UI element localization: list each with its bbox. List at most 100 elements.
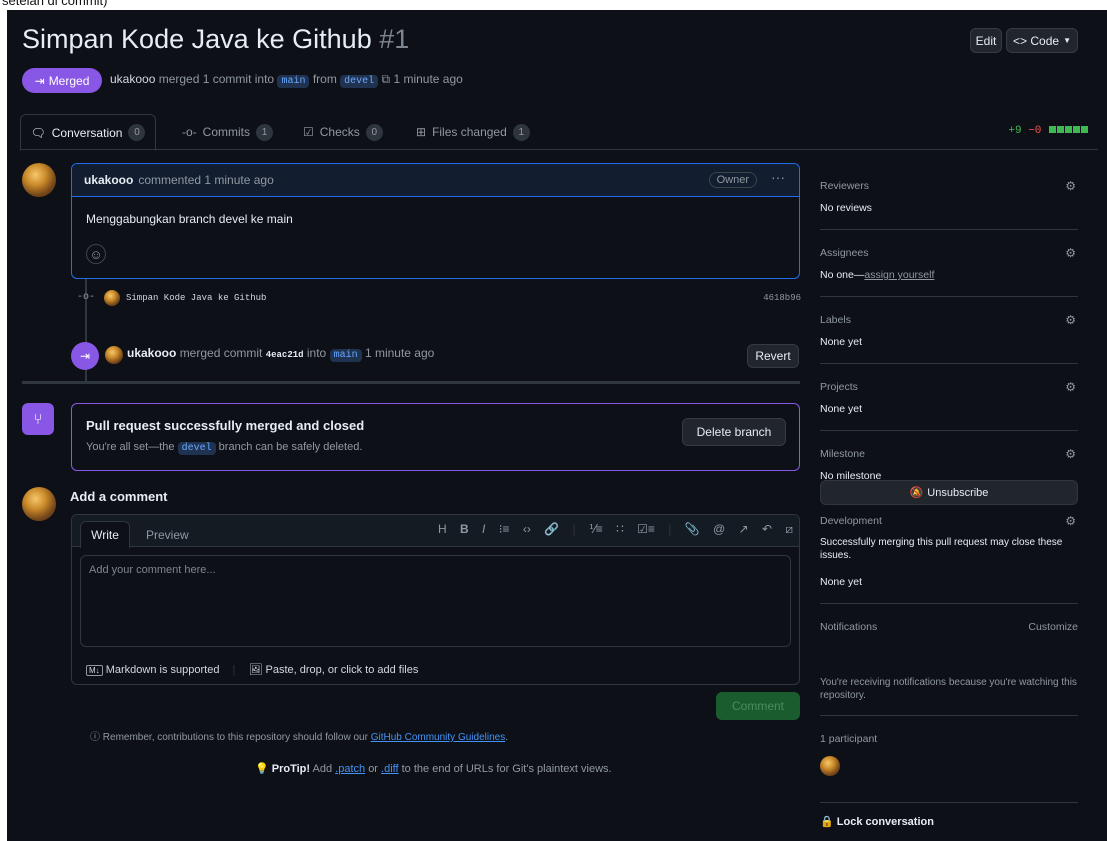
pr-subtitle: ukakooo merged 1 commit into main from d…: [110, 72, 463, 88]
merged-event-icon: ⇥: [71, 342, 99, 370]
comment-card: ukakooo commented 1 minute ago Owner ···…: [71, 163, 800, 279]
reference-icon[interactable]: ↗: [739, 522, 749, 536]
comment-author[interactable]: ukakooo: [84, 173, 133, 187]
avatar[interactable]: [105, 346, 123, 364]
sidebar-assignees: Assignees ⚙ No one—assign yourself: [820, 230, 1078, 297]
checks-icon: ☑: [303, 125, 314, 139]
page-title: Simpan Kode Java ke Github #1: [22, 24, 409, 55]
lock-conversation[interactable]: 🔒 Lock conversation: [820, 815, 934, 828]
commit-icon: -o-: [182, 125, 197, 139]
author-link[interactable]: ukakooo: [110, 72, 155, 86]
tab-write[interactable]: Write: [80, 521, 130, 548]
tab-commits[interactable]: -o- Commits 1: [182, 114, 274, 150]
gear-icon[interactable]: ⚙: [1065, 447, 1076, 461]
sidebar-heading[interactable]: Milestone: [820, 448, 865, 460]
commit-sha[interactable]: 4618b96: [763, 293, 801, 303]
ordered-list-icon[interactable]: ⅟≡: [589, 522, 603, 536]
customize-link[interactable]: Customize: [1028, 621, 1078, 633]
merge-sha[interactable]: 4eac21d: [266, 350, 304, 360]
merge-branch[interactable]: main: [329, 349, 362, 362]
sidebar-heading[interactable]: Assignees: [820, 247, 868, 259]
merge-status-box: Pull request successfully merged and clo…: [71, 403, 800, 471]
avatar[interactable]: [104, 290, 120, 306]
head-branch[interactable]: devel: [340, 75, 379, 88]
avatar[interactable]: [820, 756, 840, 776]
quote-icon[interactable]: ⁝≡: [499, 522, 510, 536]
editor-toolbar: Write Preview H B I ⁝≡ ‹› 🔗 | ⅟≡ ∷ ☑≡ | …: [72, 515, 799, 548]
image-icon: 🖼: [248, 664, 263, 676]
copy-icon[interactable]: ⧉: [382, 72, 391, 86]
revert-button[interactable]: Revert: [747, 344, 799, 368]
timeline-separator: [22, 381, 800, 384]
diff-link[interactable]: .diff: [381, 763, 399, 775]
sidebar-development: Development ⚙ Successfully merging this …: [820, 498, 1078, 604]
avatar[interactable]: [22, 163, 56, 197]
code-button[interactable]: <> Code ▼: [1006, 28, 1078, 53]
heading-icon[interactable]: H: [438, 522, 447, 536]
bold-icon[interactable]: B: [460, 522, 469, 536]
sidebar-heading[interactable]: Labels: [820, 314, 851, 326]
comment-meta: commented 1 minute ago: [138, 173, 274, 187]
fullscreen-icon[interactable]: ⧄: [785, 522, 793, 537]
bell-slash-icon: 🔕: [909, 487, 924, 499]
status-badge: ⇥ Merged: [22, 68, 102, 93]
task-list-icon[interactable]: ☑≡: [637, 522, 655, 536]
markdown-note[interactable]: Markdown is supported: [106, 664, 220, 676]
tab-conversation[interactable]: 🗨 Conversation 0: [20, 114, 156, 151]
attach-files-note[interactable]: Paste, drop, or click to add files: [265, 664, 418, 676]
commit-icon: -o-: [77, 292, 96, 303]
delete-branch-button[interactable]: Delete branch: [682, 418, 786, 446]
tab-files-changed[interactable]: ⊞ Files changed 1: [416, 114, 530, 150]
info-icon: ⓘ: [90, 732, 100, 743]
merge-icon: ⇥: [34, 73, 45, 88]
comment-editor: Write Preview H B I ⁝≡ ‹› 🔗 | ⅟≡ ∷ ☑≡ | …: [71, 514, 800, 685]
patch-link[interactable]: .patch: [335, 763, 365, 775]
gear-icon[interactable]: ⚙: [1065, 246, 1076, 260]
commit-row: -o- Simpan Kode Java ke Github 4618b96: [77, 290, 801, 310]
tab-checks[interactable]: ☑ Checks 0: [303, 114, 383, 150]
merge-status-desc: You're all set—the devel branch can be s…: [86, 441, 363, 455]
lightbulb-icon: 💡: [255, 763, 269, 775]
pr-tabs: 🗨 Conversation 0 -o- Commits 1 ☑ Checks 0 ⊞ Fil…: [20, 114, 1098, 151]
sidebar-heading[interactable]: Development: [820, 515, 882, 527]
sidebar-reviewers: Reviewers ⚙ No reviews: [820, 170, 1078, 230]
file-diff-icon: ⊞: [416, 125, 427, 139]
sidebar-heading[interactable]: Projects: [820, 381, 858, 393]
gear-icon[interactable]: ⚙: [1065, 380, 1076, 394]
comment-input[interactable]: Add your comment here...: [80, 555, 791, 647]
reply-icon[interactable]: ↶: [762, 522, 772, 536]
assign-yourself-link[interactable]: assign yourself: [864, 269, 934, 281]
base-branch[interactable]: main: [277, 75, 310, 88]
sidebar-participants: 1 participant: [820, 716, 1078, 803]
gear-icon[interactable]: ⚙: [1065, 514, 1076, 528]
unordered-list-icon[interactable]: ∷: [616, 522, 624, 536]
comment-submit-button[interactable]: Comment: [716, 692, 800, 720]
comment-header: ukakooo commented 1 minute ago Owner ···: [72, 164, 799, 197]
italic-icon[interactable]: I: [482, 522, 485, 536]
top-caption: setelah di commit): [0, 0, 1107, 10]
edit-button[interactable]: Edit: [970, 28, 1002, 53]
pr-title: Simpan Kode Java ke Github: [22, 24, 372, 54]
code-icon[interactable]: ‹›: [523, 522, 531, 536]
guidelines-note: ⓘ Remember, contributions to this reposi…: [90, 732, 508, 743]
unsubscribe-button[interactable]: 🔕 Unsubscribe: [820, 480, 1078, 505]
mention-icon[interactable]: @: [713, 522, 725, 536]
emoji-reaction-button[interactable]: ☺: [86, 244, 106, 264]
gear-icon[interactable]: ⚙: [1065, 313, 1076, 327]
protip: 💡 ProTip! Add .patch or .diff to the end…: [255, 763, 612, 775]
tab-preview[interactable]: Preview: [146, 528, 189, 542]
community-guidelines-link[interactable]: GitHub Community Guidelines: [371, 732, 506, 743]
more-options-icon[interactable]: ···: [771, 169, 785, 185]
avatar[interactable]: [22, 487, 56, 521]
owner-badge: Owner: [708, 172, 757, 188]
merge-author[interactable]: ukakooo: [127, 346, 176, 360]
link-icon[interactable]: 🔗: [544, 522, 559, 536]
comment-body: Menggabungkan branch devel ke main: [86, 212, 293, 226]
attach-icon[interactable]: 📎: [685, 522, 700, 536]
sidebar-heading[interactable]: Reviewers: [820, 180, 869, 192]
gear-icon[interactable]: ⚙: [1065, 179, 1076, 193]
caret-down-icon: ▼: [1063, 36, 1071, 45]
editor-footer: M↓ Markdown is supported | 🖼 Paste, drop…: [86, 663, 418, 676]
commit-message[interactable]: Simpan Kode Java ke Github: [126, 293, 266, 303]
merge-event: ukakooo merged commit 4eac21d into main …: [127, 346, 435, 362]
